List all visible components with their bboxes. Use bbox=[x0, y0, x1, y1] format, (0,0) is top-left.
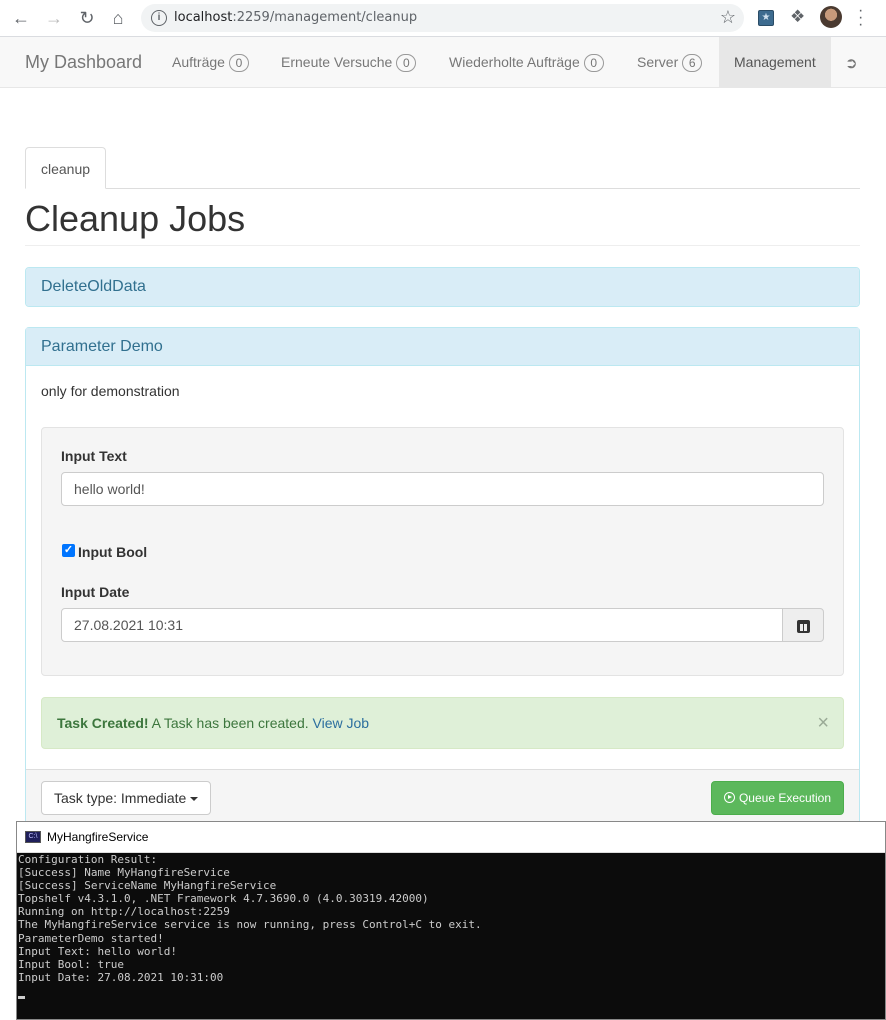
view-job-link[interactable]: View Job bbox=[313, 715, 370, 731]
nav-label: Server bbox=[637, 54, 679, 70]
alert-strong: Task Created! bbox=[57, 715, 149, 731]
app-navbar: My Dashboard Aufträge 0 Erneute Versuche 0… bbox=[0, 37, 886, 88]
input-date-field[interactable]: 27.08.2021 10:31 bbox=[61, 608, 784, 642]
console-line: ParameterDemo started! bbox=[18, 931, 164, 945]
console-line: [Success] Name MyHangfireService bbox=[18, 866, 230, 880]
menu-kebab-icon[interactable]: · · · bbox=[858, 3, 863, 33]
console-line: The MyHangfireService service is now run… bbox=[18, 918, 482, 932]
home-icon[interactable]: ⌂ bbox=[108, 8, 128, 28]
nav-item-erneute-versuche[interactable]: Erneute Versuche 0 bbox=[281, 37, 417, 87]
nav-label: Erneute Versuche bbox=[281, 54, 393, 70]
console-line: Input Date: 27.08.2021 10:31:00 bbox=[18, 970, 224, 984]
alert-text: A Task has been created. bbox=[148, 715, 313, 731]
panel-description: only for demonstration bbox=[41, 383, 180, 399]
count-badge: 0 bbox=[228, 54, 249, 73]
console-line: Running on http://localhost:2259 bbox=[18, 905, 230, 919]
logout-icon[interactable]: ➲ bbox=[845, 54, 858, 72]
console-line: Input Bool: true bbox=[18, 957, 124, 971]
panel-delete-old-data: DeleteOldData bbox=[25, 267, 860, 307]
console-window[interactable]: C:\ MyHangfireService Configuration Resu… bbox=[16, 821, 886, 1020]
brand-link[interactable]: My Dashboard bbox=[25, 52, 142, 73]
address-bar[interactable]: i localhost:2259/management/cleanup ☆ bbox=[141, 4, 744, 32]
input-bool-checkbox[interactable]: ✓ bbox=[62, 544, 75, 557]
nav-item-server[interactable]: Server 6 bbox=[637, 37, 703, 87]
count-badge: 0 bbox=[583, 54, 604, 73]
nav-label: Wiederholte Aufträge bbox=[449, 54, 580, 70]
input-bool-label[interactable]: Input Bool bbox=[78, 544, 147, 560]
back-arrow-icon[interactable]: ← bbox=[11, 8, 31, 28]
console-line: Input Text: hello world! bbox=[18, 944, 177, 958]
count-badge: 6 bbox=[682, 54, 703, 73]
console-line: [Success] ServiceName MyHangfireService bbox=[18, 879, 277, 893]
tab-cleanup[interactable]: cleanup bbox=[25, 147, 107, 189]
close-icon[interactable]: × bbox=[817, 698, 829, 748]
console-title: MyHangfireService bbox=[47, 830, 149, 844]
reload-icon[interactable]: ↻ bbox=[77, 8, 97, 28]
count-badge: 0 bbox=[396, 54, 417, 73]
nav-label: Aufträge bbox=[172, 54, 225, 70]
url-text[interactable]: localhost:2259/management/cleanup bbox=[174, 10, 417, 25]
info-icon[interactable]: i bbox=[151, 10, 167, 26]
console-line: Configuration Result: bbox=[18, 853, 158, 866]
tab-strip: cleanup bbox=[25, 147, 860, 189]
title-divider bbox=[25, 245, 860, 246]
queue-execution-label: Queue Execution bbox=[738, 791, 832, 805]
queue-execution-button[interactable]: Queue Execution bbox=[711, 781, 844, 815]
forward-arrow-icon[interactable]: → bbox=[44, 8, 64, 28]
input-text-field[interactable]: hello world! bbox=[61, 472, 824, 506]
calendar-icon bbox=[796, 619, 810, 633]
extension-icon[interactable]: ★ bbox=[758, 10, 774, 26]
console-titlebar[interactable]: C:\ MyHangfireService bbox=[17, 822, 885, 853]
panel-heading-delete-old-data[interactable]: DeleteOldData bbox=[26, 268, 859, 306]
input-date-label: Input Date bbox=[61, 584, 130, 600]
play-circle-icon bbox=[723, 792, 735, 803]
input-text-label: Input Text bbox=[61, 448, 127, 464]
console-cursor bbox=[18, 995, 25, 999]
nav-item-wiederholte-auftraege[interactable]: Wiederholte Aufträge 0 bbox=[449, 37, 604, 87]
browser-toolbar: ← → ↻ ⌂ i localhost:2259/management/clea… bbox=[0, 0, 886, 37]
success-alert: Task Created! A Task has been created. V… bbox=[41, 697, 844, 749]
profile-avatar[interactable] bbox=[820, 6, 842, 28]
parameter-form: Input Text hello world! ✓ Input Bool Inp… bbox=[41, 427, 844, 676]
nav-item-management[interactable]: Management bbox=[719, 37, 831, 87]
page-title: Cleanup Jobs bbox=[25, 198, 246, 239]
url-host: localhost bbox=[174, 10, 233, 25]
calendar-button[interactable] bbox=[782, 608, 824, 642]
console-output: Configuration Result: [Success] Name MyHa… bbox=[17, 853, 885, 1002]
task-type-label: Task type: Immediate bbox=[54, 790, 187, 806]
task-type-dropdown[interactable]: Task type: Immediate bbox=[41, 781, 212, 815]
console-app-icon: C:\ bbox=[25, 831, 41, 843]
url-path: :2259/management/cleanup bbox=[232, 10, 418, 25]
puzzle-icon[interactable]: ❖ bbox=[790, 7, 805, 27]
caret-down-icon bbox=[190, 797, 199, 802]
console-line: Topshelf v4.3.1.0, .NET Framework 4.7.36… bbox=[18, 892, 429, 906]
panel-heading-parameter-demo[interactable]: Parameter Demo bbox=[26, 328, 859, 366]
bookmark-star-icon[interactable]: ☆ bbox=[720, 7, 736, 28]
nav-item-auftraege[interactable]: Aufträge 0 bbox=[172, 37, 249, 87]
